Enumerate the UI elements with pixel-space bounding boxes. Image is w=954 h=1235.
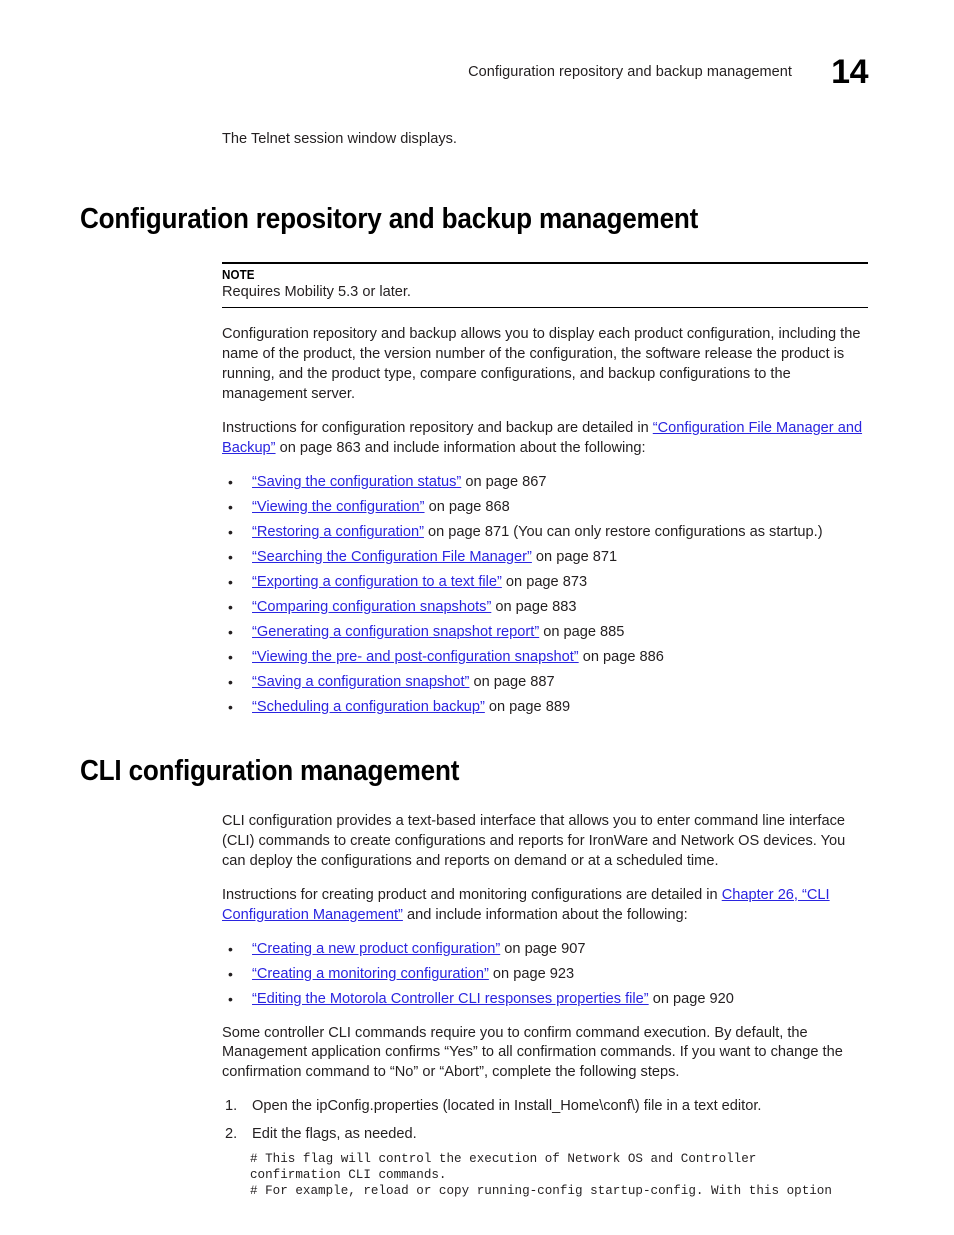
xref-link[interactable]: “Scheduling a configuration backup”	[252, 699, 485, 715]
xref-page-ref: on page 873	[501, 573, 588, 590]
section2-paragraph-2-pre: Instructions for creating product and mo…	[222, 886, 722, 903]
xref-link[interactable]: “Saving the configuration status”	[252, 474, 461, 490]
xref-page-ref: on page 883	[491, 598, 577, 615]
bullet-icon: •	[228, 598, 233, 615]
xref-link[interactable]: “Viewing the pre- and post-configuration…	[252, 649, 579, 665]
page-content: The Telnet session window displays. Conf…	[80, 130, 868, 1199]
list-item: • “Scheduling a configuration backup” on …	[222, 698, 868, 718]
xref-link[interactable]: “Creating a monitoring configuration”	[252, 966, 489, 982]
xref-page-ref: on page 920	[648, 990, 734, 1007]
xref-page-ref: on page 871 (You can only restore config…	[423, 523, 823, 540]
list-item: 1. Open the ipConfig.properties (located …	[222, 1097, 868, 1117]
xref-page-ref: on page 868	[424, 498, 510, 515]
bullet-icon: •	[228, 940, 233, 957]
note-text: Requires Mobility 5.3 or later.	[222, 284, 411, 301]
xref-page-ref: on page 887	[469, 673, 555, 690]
list-item: • “Editing the Motorola Controller CLI re…	[222, 990, 868, 1010]
list-item: • “Comparing configuration snapshots” on …	[222, 598, 868, 618]
section1-paragraph-2-post: on page 863 and include information abou…	[275, 439, 646, 456]
xref-page-ref: on page 907	[500, 940, 586, 957]
note-label: NOTE	[222, 268, 255, 283]
bullet-icon: •	[228, 990, 233, 1007]
list-item: • “Creating a monitoring configuration” o…	[222, 965, 868, 985]
section2-paragraph-2: Instructions for creating product and mo…	[222, 886, 868, 926]
xref-page-ref: on page 867	[461, 473, 547, 490]
bullet-icon: •	[228, 623, 233, 640]
list-item: • “Viewing the configuration” on page 868	[222, 498, 868, 518]
section-heading-configuration-repository: Configuration repository and backup mana…	[80, 202, 699, 235]
section2-paragraph-3: Some controller CLI commands require you…	[222, 1024, 843, 1081]
section2-body: CLI configuration provides a text-based …	[222, 812, 868, 1199]
section1-paragraph-1: Configuration repository and backup allo…	[222, 326, 861, 403]
bullet-icon: •	[228, 523, 233, 540]
xref-link[interactable]: “Restoring a configuration”	[252, 524, 424, 540]
step-text: Open the ipConfig.properties (located in…	[252, 1098, 762, 1115]
page-running-header: Configuration repository and backup mana…	[80, 53, 868, 91]
bullet-icon: •	[228, 548, 233, 565]
section1-body: Configuration repository and backup allo…	[222, 325, 868, 717]
list-item: • “Creating a new product configuration” …	[222, 940, 868, 960]
section2-paragraph-1: CLI configuration provides a text-based …	[222, 813, 846, 869]
section1-paragraph-2: Instructions for configuration repositor…	[222, 419, 868, 459]
step-number: 1.	[225, 1098, 238, 1115]
xref-link[interactable]: “Editing the Motorola Controller CLI res…	[252, 991, 649, 1007]
xref-link[interactable]: “Saving a configuration snapshot”	[252, 674, 469, 690]
list-item: • “Restoring a configuration” on page 871…	[222, 523, 868, 543]
section2-paragraph-2-post: and include information about the follow…	[402, 906, 688, 923]
bullet-icon: •	[228, 473, 233, 490]
list-item: • “Generating a configuration snapshot re…	[222, 623, 868, 643]
bullet-icon: •	[228, 698, 233, 715]
bullet-icon: •	[228, 498, 233, 515]
list-item: • “Saving the configuration status” on pa…	[222, 473, 868, 493]
xref-link[interactable]: “Exporting a configuration to a text fil…	[252, 574, 502, 590]
xref-page-ref: on page 889	[484, 698, 571, 715]
xref-link[interactable]: “Creating a new product configuration”	[252, 941, 500, 957]
code-block-ipconfig-flags: # This flag will control the execution o…	[250, 1152, 832, 1198]
step-number: 2.	[225, 1125, 238, 1142]
section1-paragraph-2-pre: Instructions for configuration repositor…	[222, 419, 653, 436]
xref-link[interactable]: “Searching the Configuration File Manage…	[252, 549, 532, 565]
section2-xref-list: • “Creating a new product configuration” …	[222, 940, 868, 1010]
telnet-session-line: The Telnet session window displays.	[222, 131, 457, 147]
step-text: Edit the flags, as needed.	[252, 1125, 417, 1142]
section-heading-cli-configuration-management: CLI configuration management	[80, 754, 460, 787]
intro-block: The Telnet session window displays.	[222, 130, 868, 150]
xref-page-ref: on page 871	[531, 548, 618, 565]
xref-page-ref: on page 885	[539, 623, 625, 640]
list-item: • “Searching the Configuration File Manag…	[222, 548, 868, 568]
document-page: Configuration repository and backup mana…	[0, 0, 954, 1235]
running-header-title: Configuration repository and backup mana…	[468, 64, 792, 81]
section1-xref-list: • “Saving the configuration status” on pa…	[222, 473, 868, 717]
note-box: NOTE Requires Mobility 5.3 or later.	[222, 262, 868, 309]
xref-page-ref: on page 923	[488, 965, 575, 982]
xref-link[interactable]: “Viewing the configuration”	[252, 499, 425, 515]
list-item: 2. Edit the flags, as needed.	[222, 1125, 868, 1145]
section2-steps-list: 1. Open the ipConfig.properties (located …	[222, 1097, 868, 1144]
xref-page-ref: on page 886	[578, 648, 664, 665]
bullet-icon: •	[228, 573, 233, 590]
list-item: • “Saving a configuration snapshot” on pa…	[222, 673, 868, 693]
chapter-number: 14	[831, 53, 868, 91]
xref-link[interactable]: “Comparing configuration snapshots”	[252, 599, 491, 615]
bullet-icon: •	[228, 965, 233, 982]
bullet-icon: •	[228, 673, 233, 690]
bullet-icon: •	[228, 648, 233, 665]
list-item: • “Viewing the pre- and post-configuratio…	[222, 648, 868, 668]
xref-link[interactable]: “Generating a configuration snapshot rep…	[252, 624, 539, 640]
list-item: • “Exporting a configuration to a text fi…	[222, 573, 868, 593]
